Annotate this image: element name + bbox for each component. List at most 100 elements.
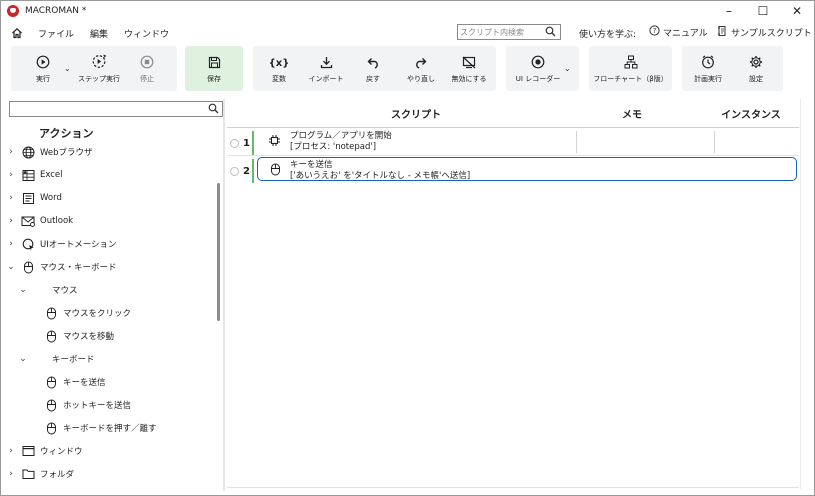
tree-item-web-browser[interactable]: › Webブラウザ bbox=[6, 141, 93, 163]
flowchart-group: フローチャート（β版） bbox=[589, 46, 672, 91]
run-options-chevron-down-icon[interactable]: ⌄ bbox=[64, 64, 71, 73]
manual-link[interactable]: ? マニュアル bbox=[649, 25, 708, 39]
undo-icon bbox=[366, 46, 380, 72]
script-step-send-keys[interactable]: キーを送信 ['あいうえお' を'タイトルなし - メモ帳'へ送信] bbox=[257, 157, 797, 181]
redo-icon bbox=[414, 46, 428, 72]
run-group: 実行 ⌄ ステップ実行 停止 bbox=[11, 46, 177, 91]
recorder-options-chevron-down-icon[interactable]: ⌄ bbox=[564, 64, 571, 73]
chevron-right-icon[interactable]: › bbox=[6, 239, 16, 249]
schedule-icon bbox=[701, 46, 715, 72]
script-file-icon bbox=[717, 25, 728, 40]
stop-button[interactable]: 停止 bbox=[127, 46, 167, 91]
tree-item-mouse-click[interactable]: マウスをクリック bbox=[44, 302, 131, 324]
table-right-edge bbox=[800, 99, 801, 489]
save-button[interactable]: 保存 bbox=[190, 46, 238, 91]
chevron-right-icon[interactable]: › bbox=[6, 170, 16, 180]
mouse-icon bbox=[21, 260, 35, 274]
row-status-bar bbox=[252, 159, 254, 183]
row-collapse-toggle[interactable] bbox=[230, 139, 239, 148]
header-divider bbox=[227, 127, 799, 128]
import-button[interactable]: インポート bbox=[303, 46, 349, 91]
tree-item-keyboard[interactable]: ⌄ キーボード bbox=[18, 348, 94, 370]
action-search-input[interactable] bbox=[10, 102, 200, 116]
row-collapse-toggle[interactable] bbox=[230, 167, 239, 176]
menu-window[interactable]: ウィンドウ bbox=[124, 27, 169, 40]
chevron-right-icon[interactable]: › bbox=[6, 147, 16, 157]
tree-item-ui-automation[interactable]: › UIオートメーション bbox=[6, 233, 117, 255]
svg-text:{x}: {x} bbox=[270, 58, 288, 69]
download-icon bbox=[320, 46, 333, 72]
mouse-icon bbox=[44, 398, 58, 412]
left-panel-scroll-thumb[interactable] bbox=[217, 183, 220, 321]
tree-item-mouse-keyboard[interactable]: ⌄ マウス・キーボード bbox=[6, 256, 117, 278]
table-bottom-border bbox=[227, 487, 799, 488]
tree-item-send-keys[interactable]: キーを送信 bbox=[44, 371, 106, 393]
step-run-button[interactable]: ステップ実行 bbox=[75, 46, 123, 91]
mouse-icon bbox=[268, 162, 282, 176]
variable-icon: {x} bbox=[270, 46, 288, 72]
panel-splitter[interactable] bbox=[223, 99, 225, 491]
chevron-down-icon[interactable]: ⌄ bbox=[18, 285, 28, 295]
chevron-right-icon[interactable]: › bbox=[6, 193, 16, 203]
tree-item-folder[interactable]: › フォルダ bbox=[6, 463, 74, 485]
column-header-memo[interactable]: メモ bbox=[597, 99, 667, 127]
close-button[interactable]: ✕ bbox=[780, 1, 814, 21]
column-header-script[interactable]: スクリプト bbox=[351, 99, 481, 127]
variable-button[interactable]: {x} 変数 bbox=[257, 46, 301, 91]
gear-icon bbox=[749, 46, 763, 72]
minimize-button[interactable]: – bbox=[712, 1, 746, 21]
tree-item-outlook[interactable]: › Outlook bbox=[6, 210, 73, 232]
mouse-icon bbox=[44, 306, 58, 320]
chevron-right-icon[interactable]: › bbox=[6, 469, 16, 479]
disable-icon bbox=[462, 46, 476, 72]
globe-icon bbox=[21, 145, 35, 159]
edit-group: {x} 変数 インポート 戻す やり直し bbox=[253, 46, 496, 91]
search-icon[interactable] bbox=[545, 26, 556, 40]
tree-item-press-release-key[interactable]: キーボードを押す／離す bbox=[44, 417, 157, 439]
sample-scripts-label: サンプルスクリプト bbox=[731, 29, 812, 39]
step-run-icon bbox=[91, 46, 107, 72]
chevron-down-icon[interactable]: ⌄ bbox=[6, 262, 16, 272]
disable-button[interactable]: 無効にする bbox=[445, 46, 493, 91]
action-search-box bbox=[9, 101, 223, 117]
script-step-start-program[interactable]: プログラム／アプリを開始 [プロセス: 'notepad'] bbox=[257, 129, 797, 153]
schedule-button[interactable]: 計画実行 bbox=[686, 46, 730, 91]
column-separator bbox=[576, 131, 577, 153]
column-separator bbox=[714, 131, 715, 153]
manual-label: マニュアル bbox=[663, 28, 708, 39]
tree-item-mouse-move[interactable]: マウスを移動 bbox=[44, 325, 114, 347]
tree-item-excel[interactable]: › Excel bbox=[6, 164, 63, 186]
flowchart-button[interactable]: フローチャート（β版） bbox=[591, 46, 670, 91]
search-icon[interactable] bbox=[208, 103, 219, 117]
help-circle-icon: ? bbox=[649, 25, 660, 39]
ui-recorder-button[interactable]: UI レコーダー bbox=[512, 46, 564, 91]
menu-edit[interactable]: 編集 bbox=[90, 27, 108, 40]
play-icon bbox=[36, 46, 50, 72]
chevron-right-icon[interactable]: › bbox=[6, 216, 16, 226]
folder-icon bbox=[21, 467, 35, 481]
chevron-right-icon[interactable]: › bbox=[6, 446, 16, 456]
undo-button[interactable]: 戻す bbox=[353, 46, 393, 91]
chevron-down-icon[interactable]: ⌄ bbox=[18, 354, 28, 364]
schedule-settings-group: 計画実行 設定 bbox=[682, 46, 783, 91]
tree-item-window[interactable]: › ウィンドウ bbox=[6, 440, 83, 462]
tree-item-send-hotkey[interactable]: ホットキーを送信 bbox=[44, 394, 131, 416]
stop-icon bbox=[140, 46, 154, 72]
home-icon[interactable] bbox=[10, 26, 24, 40]
script-search-input[interactable] bbox=[458, 25, 540, 39]
settings-button[interactable]: 設定 bbox=[736, 46, 776, 91]
flowchart-icon bbox=[624, 46, 638, 72]
tree-item-mouse[interactable]: ⌄ マウス bbox=[18, 279, 77, 301]
redo-button[interactable]: やり直し bbox=[399, 46, 443, 91]
menu-file[interactable]: ファイル bbox=[38, 27, 74, 40]
step-detail: ['あいうえお' を'タイトルなし - メモ帳'へ送信] bbox=[290, 171, 471, 181]
run-button[interactable]: 実行 bbox=[21, 46, 65, 91]
chip-icon bbox=[267, 133, 281, 147]
app-window: MACROMAN * – ☐ ✕ ファイル 編集 ウィンドウ 使い方を学ぶ: ?… bbox=[0, 0, 815, 496]
sample-scripts-link[interactable]: サンプルスクリプト bbox=[717, 25, 812, 40]
maximize-button[interactable]: ☐ bbox=[746, 1, 780, 21]
mouse-icon bbox=[44, 375, 58, 389]
column-header-instance[interactable]: インスタンス bbox=[713, 99, 789, 127]
tree-item-word[interactable]: › Word bbox=[6, 187, 62, 209]
word-icon bbox=[21, 191, 35, 205]
